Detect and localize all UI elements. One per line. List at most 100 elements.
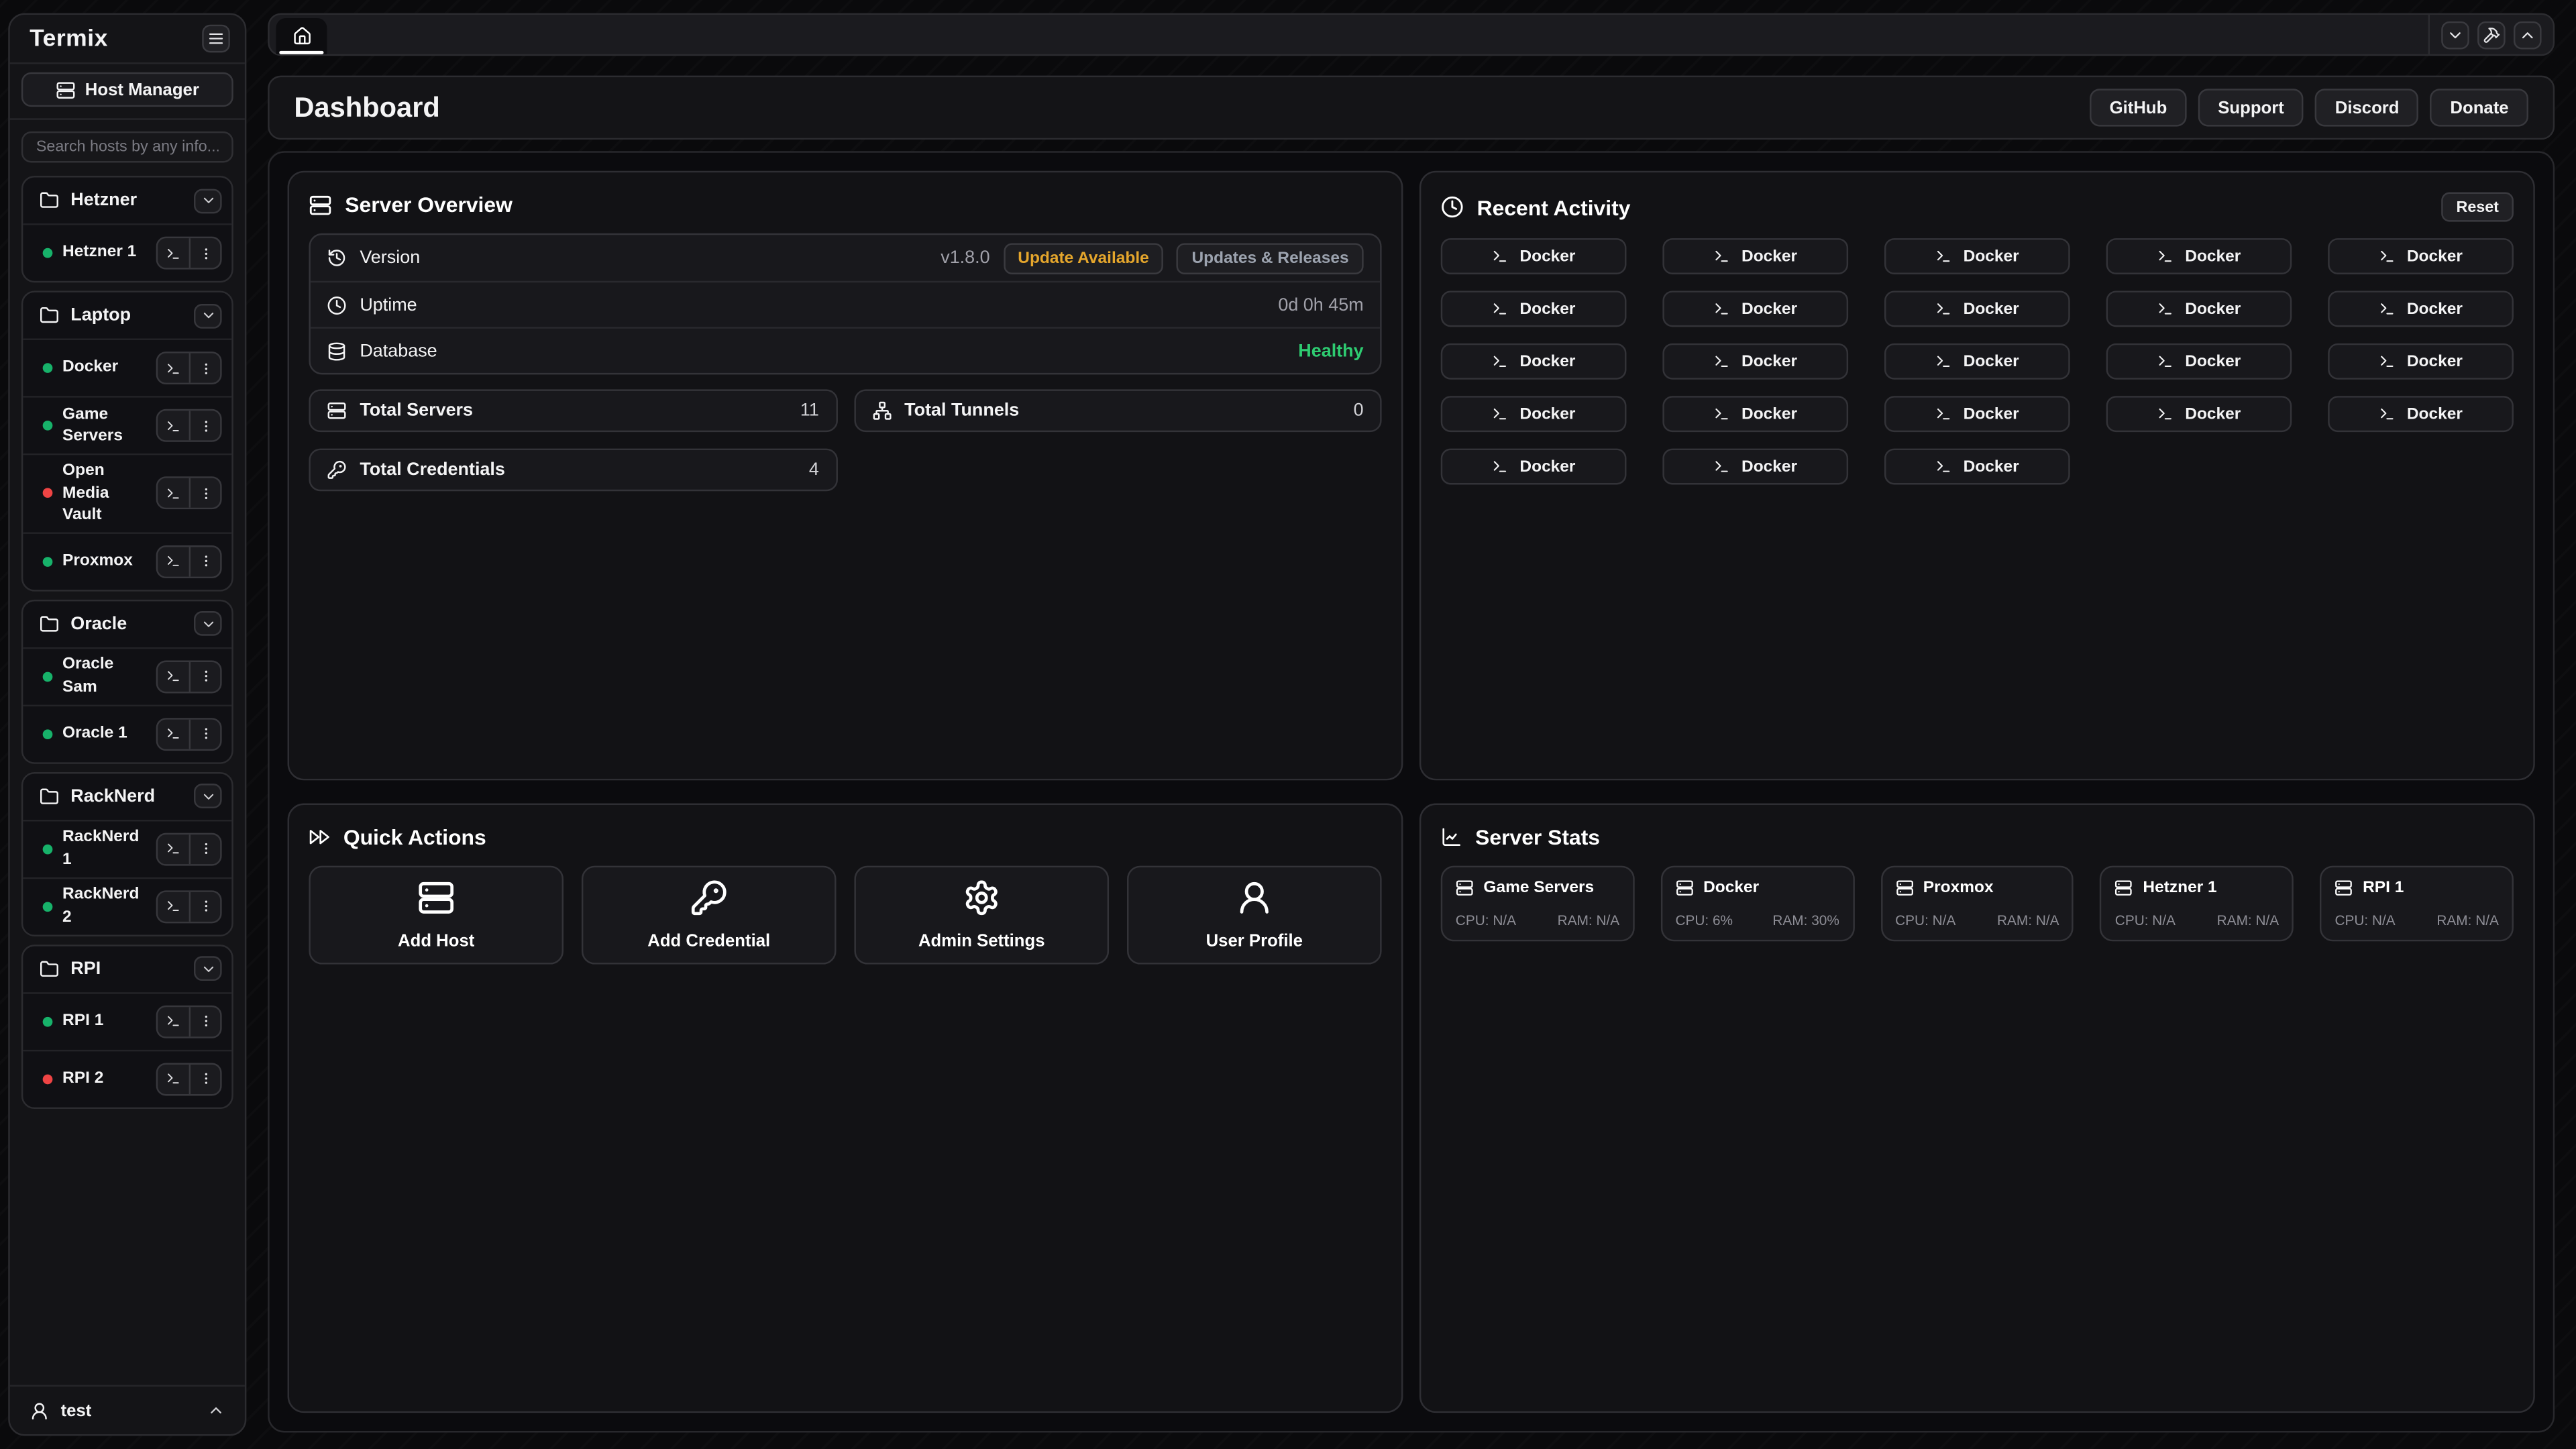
activity-item-button[interactable]: Docker: [1662, 290, 1848, 327]
host-name: Open Media Vault: [62, 460, 146, 527]
user-menu[interactable]: test: [10, 1385, 245, 1434]
host-menu-button[interactable]: [189, 546, 221, 576]
host-name: RackNerd 2: [62, 884, 146, 928]
host-row-oracle-sam[interactable]: Oracle Sam: [23, 647, 231, 704]
chevron-down-button[interactable]: [2441, 21, 2469, 49]
open-terminal-button[interactable]: [158, 1064, 189, 1093]
discord-button[interactable]: Discord: [2315, 89, 2419, 126]
group-collapse-button[interactable]: [194, 956, 222, 981]
group-header-oracle[interactable]: Oracle: [23, 600, 231, 647]
activity-item-button[interactable]: Docker: [2106, 238, 2292, 274]
quick-action-add-credential[interactable]: Add Credential: [582, 866, 837, 965]
reset-button[interactable]: Reset: [2441, 193, 2513, 222]
activity-item-button[interactable]: Docker: [1662, 396, 1848, 432]
open-terminal-button[interactable]: [158, 834, 189, 863]
activity-item-button[interactable]: Docker: [2106, 343, 2292, 380]
open-terminal-button[interactable]: [158, 411, 189, 440]
activity-item-button[interactable]: Docker: [1441, 290, 1627, 327]
open-terminal-button[interactable]: [158, 238, 189, 268]
group-collapse-button[interactable]: [194, 303, 222, 328]
open-terminal-button[interactable]: [158, 354, 189, 383]
activity-item-label: Docker: [1964, 300, 2019, 318]
activity-item-label: Docker: [2407, 352, 2463, 370]
update-available-button[interactable]: Update Available: [1003, 242, 1164, 274]
activity-item-label: Docker: [1741, 458, 1797, 476]
activity-item-button[interactable]: Docker: [2106, 396, 2292, 432]
host-row-oracle-1[interactable]: Oracle 1: [23, 704, 231, 761]
host-menu-button[interactable]: [189, 892, 221, 921]
group-collapse-button[interactable]: [194, 188, 222, 213]
status-dot-online: [43, 248, 53, 258]
open-terminal-button[interactable]: [158, 718, 189, 748]
terminal-icon: [1492, 458, 1508, 474]
total-value: 11: [800, 401, 819, 421]
github-button[interactable]: GitHub: [2090, 89, 2186, 126]
host-menu-button[interactable]: [189, 411, 221, 440]
host-row-hetzner-1[interactable]: Hetzner 1: [23, 223, 231, 281]
host-menu-button[interactable]: [189, 718, 221, 748]
updates-releases-button[interactable]: Updates & Releases: [1177, 242, 1363, 274]
tab-home[interactable]: [276, 18, 327, 54]
host-row-racknerd-1[interactable]: RackNerd 1: [23, 819, 231, 877]
open-terminal-button[interactable]: [158, 478, 189, 508]
host-manager-button[interactable]: Host Manager: [21, 72, 233, 107]
host-menu-button[interactable]: [189, 1006, 221, 1036]
host-row-open-media-vault[interactable]: Open Media Vault: [23, 453, 231, 531]
hammer-button[interactable]: [2477, 21, 2506, 49]
activity-item-button[interactable]: Docker: [2328, 290, 2514, 327]
host-actions: [156, 717, 222, 750]
activity-item-button[interactable]: Docker: [2106, 290, 2292, 327]
group-header-hetzner[interactable]: Hetzner: [23, 177, 231, 223]
host-menu-button[interactable]: [189, 478, 221, 508]
activity-item-button[interactable]: Docker: [1662, 238, 1848, 274]
host-menu-button[interactable]: [189, 1064, 221, 1093]
support-button[interactable]: Support: [2198, 89, 2304, 126]
host-menu-button[interactable]: [189, 661, 221, 691]
activity-item-button[interactable]: Docker: [1884, 238, 2070, 274]
search-input[interactable]: [21, 131, 233, 163]
activity-item-button[interactable]: Docker: [1884, 396, 2070, 432]
group-header-rpi[interactable]: RPI: [23, 945, 231, 991]
activity-item-button[interactable]: Docker: [1441, 449, 1627, 485]
hammer-icon: [2482, 25, 2500, 44]
quick-action-user-profile[interactable]: User Profile: [1127, 866, 1382, 965]
activity-item-button[interactable]: Docker: [1441, 343, 1627, 380]
host-menu-button[interactable]: [189, 834, 221, 863]
chevron-down-icon: [200, 193, 216, 209]
activity-item-button[interactable]: Docker: [2328, 343, 2514, 380]
host-row-docker[interactable]: Docker: [23, 338, 231, 396]
open-terminal-button[interactable]: [158, 661, 189, 691]
open-terminal-button[interactable]: [158, 892, 189, 921]
activity-item-button[interactable]: Docker: [1884, 343, 2070, 380]
server-icon: [417, 879, 455, 916]
stat-host-name: RPI 1: [2363, 879, 2404, 897]
quick-action-admin-settings[interactable]: Admin Settings: [854, 866, 1109, 965]
activity-item-button[interactable]: Docker: [1441, 396, 1627, 432]
host-row-racknerd-2[interactable]: RackNerd 2: [23, 877, 231, 934]
open-terminal-button[interactable]: [158, 546, 189, 576]
group-header-racknerd[interactable]: RackNerd: [23, 773, 231, 819]
host-row-proxmox[interactable]: Proxmox: [23, 531, 231, 589]
open-terminal-button[interactable]: [158, 1006, 189, 1036]
host-menu-button[interactable]: [189, 238, 221, 268]
menu-button[interactable]: [202, 25, 230, 53]
activity-item-button[interactable]: Docker: [2328, 238, 2514, 274]
activity-item-button[interactable]: Docker: [1662, 449, 1848, 485]
group-header-laptop[interactable]: Laptop: [23, 292, 231, 339]
activity-item-button[interactable]: Docker: [1884, 290, 2070, 327]
host-menu-button[interactable]: [189, 354, 221, 383]
group-collapse-button[interactable]: [194, 611, 222, 636]
donate-button[interactable]: Donate: [2430, 89, 2528, 126]
chevron-up-button[interactable]: [2514, 21, 2542, 49]
activity-item-button[interactable]: Docker: [1662, 343, 1848, 380]
host-row-rpi-2[interactable]: RPI 2: [23, 1049, 231, 1107]
server-stats-title: Server Stats: [1475, 824, 1600, 849]
activity-item-button[interactable]: Docker: [1441, 238, 1627, 274]
activity-item-button[interactable]: Docker: [1884, 449, 2070, 485]
group-collapse-button[interactable]: [194, 784, 222, 808]
activity-item-label: Docker: [2407, 300, 2463, 318]
quick-action-add-host[interactable]: Add Host: [309, 866, 564, 965]
activity-item-button[interactable]: Docker: [2328, 396, 2514, 432]
host-row-rpi-1[interactable]: RPI 1: [23, 991, 231, 1049]
host-row-game-servers[interactable]: Game Servers: [23, 396, 231, 453]
